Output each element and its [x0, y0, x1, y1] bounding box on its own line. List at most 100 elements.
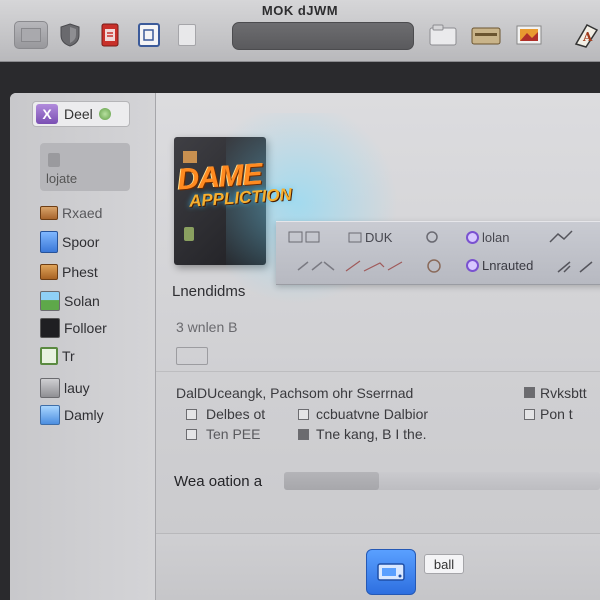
doc-icon: [186, 409, 197, 420]
blank-button[interactable]: [174, 21, 200, 49]
game-title-logo: DAME APPLICTION: [176, 157, 310, 211]
app-x-icon: X: [36, 104, 58, 124]
shield-button[interactable]: [56, 21, 84, 49]
overlay-label: lolan: [482, 230, 510, 245]
sidebar-item-label: Tr: [62, 348, 75, 364]
sidebar-item-folloer[interactable]: Folloer: [40, 317, 107, 339]
row-1-text: DalDUceangk, Pachsom ohr Sserrnad: [176, 385, 414, 401]
dictionary-button[interactable]: A: [572, 21, 600, 49]
floating-panel: DUK lolan Lnrauted: [276, 221, 600, 285]
shield-icon: [60, 23, 80, 47]
checkbox-icon[interactable]: [524, 387, 535, 398]
grid-icon[interactable]: [288, 230, 322, 244]
checkbox-icon[interactable]: [298, 429, 309, 440]
sidebar-item-phest[interactable]: Phest: [40, 261, 98, 283]
svg-text:A: A: [582, 30, 593, 44]
note-icon: [138, 23, 160, 47]
folder-icon: [429, 24, 457, 46]
small-checkbox[interactable]: [176, 347, 208, 365]
sidebar-item-solan[interactable]: Solan: [40, 290, 100, 312]
sidebar-item-label: lauy: [64, 380, 90, 396]
disk-icon: [40, 378, 60, 398]
sidebar-item-label: lojate: [46, 171, 78, 186]
sidebar-item-label: Damly: [64, 407, 104, 423]
row-2-text: Delbes ot: [206, 406, 266, 422]
row-2-mid-text: ccbuatvne Dalbior: [316, 406, 429, 422]
row-1-right-text: Rvksbtt: [540, 385, 587, 401]
checkbox-icon[interactable]: [298, 409, 309, 420]
primary-action-button[interactable]: [366, 549, 416, 595]
blank-page-icon: [178, 24, 196, 46]
secondary-button[interactable]: ball: [424, 554, 464, 574]
view-button[interactable]: [14, 21, 48, 49]
document-button[interactable]: [98, 21, 122, 49]
dictionary-icon: A: [574, 24, 599, 48]
sidebar-item-spoor[interactable]: Spoor: [40, 231, 99, 253]
document-icon: [40, 231, 58, 253]
row-3-mid-text: Tne kang, B I the.: [316, 426, 427, 442]
search-field[interactable]: [232, 22, 414, 50]
terminal-icon: [40, 347, 58, 365]
overlay-item-duk[interactable]: DUK: [348, 230, 392, 245]
image-icon: [40, 291, 60, 311]
chart-icon[interactable]: [548, 228, 574, 244]
window-title: MOK dJWM: [261, 3, 339, 18]
bottom-bar: ball: [156, 533, 600, 600]
divider: [156, 371, 600, 372]
desktop-strip: [0, 62, 600, 94]
box-button[interactable]: [470, 21, 502, 49]
folder-button[interactable]: [428, 21, 458, 49]
card-icon: [183, 151, 197, 163]
sidebar: X Deel lojate Rxaed Spoor Phest Solan Fo…: [10, 93, 156, 600]
sidebar-item-selected[interactable]: lojate: [40, 143, 130, 191]
sidebar-header[interactable]: X Deel: [32, 101, 130, 127]
sub-label: 3 wnlen B: [176, 319, 238, 335]
sidebar-item-damly[interactable]: Damly: [40, 404, 104, 426]
screen-icon: [348, 232, 362, 242]
radio-icon: [466, 259, 479, 272]
status-dot-icon: [98, 108, 111, 120]
sidebar-header-label: Deel: [64, 106, 93, 122]
sidebar-item-label: Folloer: [64, 320, 107, 336]
pencil-icon[interactable]: [344, 258, 404, 274]
toolbar: MOK dJWM A: [0, 0, 600, 62]
progress-label: Wea oation a: [174, 473, 263, 490]
overlay-label: Lnrauted: [482, 258, 534, 273]
radio-icon: [466, 231, 479, 244]
edit-icon[interactable]: [296, 258, 336, 274]
progress-bar: [284, 472, 600, 490]
file-icon: [48, 153, 60, 167]
folder-icon: [40, 264, 58, 280]
overlay-item-lnrauted[interactable]: Lnrauted: [466, 258, 533, 273]
overlay-label: DUK: [365, 230, 393, 245]
resize-icon[interactable]: [556, 258, 596, 274]
progress-fill: [284, 472, 379, 490]
view-icon: [21, 28, 41, 42]
row-2-right-text: Pon t: [540, 406, 573, 422]
sidebar-item-label: Solan: [64, 293, 100, 309]
picture-icon: [40, 405, 60, 425]
cloud-icon[interactable]: [424, 230, 440, 244]
app-window: X Deel lojate Rxaed Spoor Phest Solan Fo…: [10, 93, 600, 600]
photo-button[interactable]: [514, 21, 544, 49]
badge-icon: [184, 227, 194, 241]
checkbox-icon[interactable]: [524, 409, 535, 420]
drive-icon: [377, 563, 405, 581]
sidebar-item-lauy[interactable]: lauy: [40, 377, 90, 399]
note-button[interactable]: [136, 21, 162, 49]
sidebar-item-label: Phest: [62, 264, 98, 280]
doc-icon: [186, 429, 197, 440]
sidebar-item-label: Rxaed: [62, 205, 103, 221]
main-pane: DAME APPLICTION DUK lolan Lnrauted Lnend…: [156, 93, 600, 600]
sidebar-item-rxaed[interactable]: Rxaed: [40, 202, 102, 224]
timer-icon[interactable]: [426, 258, 442, 274]
section-heading: Lnendidms: [172, 283, 246, 300]
box-icon: [471, 27, 501, 45]
document-red-icon: [101, 23, 119, 47]
photo-icon: [516, 25, 542, 45]
row-3-text: Ten PEE: [206, 426, 261, 442]
card-icon: [40, 206, 58, 220]
sidebar-item-label: Spoor: [62, 234, 100, 250]
overlay-item-lolan[interactable]: lolan: [466, 230, 509, 245]
sidebar-item-tr[interactable]: Tr: [40, 345, 75, 367]
